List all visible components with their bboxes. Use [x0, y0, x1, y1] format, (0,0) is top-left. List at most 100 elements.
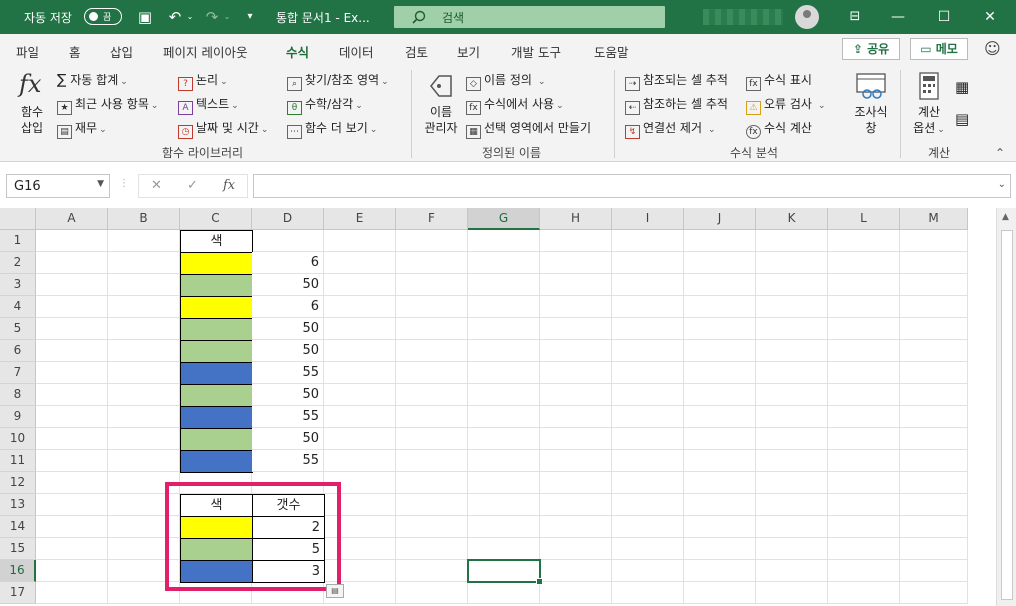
cell[interactable] [540, 472, 612, 494]
share-button[interactable]: ⇪ 공유 [842, 38, 900, 60]
tab-help[interactable]: 도움말 [594, 42, 629, 61]
cell[interactable] [252, 230, 324, 252]
cell[interactable] [612, 538, 684, 560]
cell[interactable] [900, 494, 968, 516]
cell[interactable] [36, 340, 108, 362]
row-header-3[interactable]: 3 [0, 274, 36, 296]
row-header-5[interactable]: 5 [0, 318, 36, 340]
cell[interactable] [468, 274, 540, 296]
cell[interactable] [612, 494, 684, 516]
cell[interactable] [828, 384, 900, 406]
save-icon[interactable]: ▣ [135, 7, 155, 27]
cell[interactable] [540, 384, 612, 406]
cell[interactable] [108, 252, 180, 274]
insert-function-icon[interactable]: fx [19, 70, 41, 98]
cell[interactable] [900, 406, 968, 428]
cell[interactable] [396, 516, 468, 538]
cell[interactable] [900, 362, 968, 384]
cell[interactable] [36, 494, 108, 516]
cell[interactable] [36, 560, 108, 582]
evaluate-formula-button[interactable]: fx 수식 계산 [746, 119, 812, 139]
watch-window-button[interactable]: 조사식 창 [848, 104, 894, 136]
cell[interactable] [36, 428, 108, 450]
cell[interactable] [900, 230, 968, 252]
cell[interactable] [396, 318, 468, 340]
cell[interactable] [396, 252, 468, 274]
row-header-13[interactable]: 13 [0, 494, 36, 516]
cell[interactable] [612, 560, 684, 582]
cell[interactable] [468, 318, 540, 340]
value-cell[interactable]: 55 [252, 450, 324, 472]
row-header-17[interactable]: 17 [0, 582, 36, 604]
cell[interactable] [612, 230, 684, 252]
cell[interactable] [468, 362, 540, 384]
tab-insert[interactable]: 삽입 [110, 42, 133, 61]
cell[interactable] [684, 274, 756, 296]
define-name-button[interactable]: ◇ 이름 정의 ⌄ [466, 71, 546, 91]
cell[interactable] [396, 582, 468, 604]
value-cell[interactable]: 50 [252, 340, 324, 362]
cell[interactable] [396, 428, 468, 450]
cell[interactable] [828, 560, 900, 582]
paste-options-icon[interactable]: ▤ [326, 584, 344, 598]
trace-precedents-button[interactable]: ⇢ 참조되는 셀 추적 [625, 71, 728, 91]
cell[interactable] [684, 252, 756, 274]
tab-developer[interactable]: 개발 도구 [511, 42, 561, 61]
row-header-10[interactable]: 10 [0, 428, 36, 450]
cell[interactable] [828, 538, 900, 560]
row-header-6[interactable]: 6 [0, 340, 36, 362]
column-header-l[interactable]: L [828, 208, 900, 230]
color-swatch-cell[interactable] [180, 450, 253, 473]
cell[interactable] [468, 472, 540, 494]
cell[interactable] [396, 406, 468, 428]
cell[interactable] [612, 274, 684, 296]
cell[interactable] [756, 318, 828, 340]
cell[interactable] [324, 428, 396, 450]
cell[interactable] [468, 340, 540, 362]
redo-dropdown-icon[interactable]: ⌄ [217, 7, 237, 27]
column-header-k[interactable]: K [756, 208, 828, 230]
cell[interactable] [612, 582, 684, 604]
cell[interactable] [108, 230, 180, 252]
cell[interactable] [468, 252, 540, 274]
cell[interactable] [36, 406, 108, 428]
cell[interactable] [900, 318, 968, 340]
cell[interactable] [540, 582, 612, 604]
text-button[interactable]: A 텍스트 ⌄ [178, 95, 239, 115]
cell[interactable] [396, 362, 468, 384]
color-swatch-cell[interactable] [180, 296, 253, 319]
calc-options-button[interactable]: 계산 옵션 ⌄ [906, 104, 952, 138]
cell[interactable] [828, 406, 900, 428]
cell[interactable] [36, 362, 108, 384]
collapse-ribbon-icon[interactable]: ⌃ [995, 146, 1005, 160]
column-header-a[interactable]: A [36, 208, 108, 230]
cell[interactable] [396, 472, 468, 494]
column-header-d[interactable]: D [252, 208, 324, 230]
cell[interactable] [324, 406, 396, 428]
cell[interactable] [828, 472, 900, 494]
cell[interactable] [36, 450, 108, 472]
cell[interactable] [828, 362, 900, 384]
cell[interactable] [396, 538, 468, 560]
value-cell[interactable]: 6 [252, 296, 324, 318]
cell[interactable] [324, 384, 396, 406]
cell[interactable] [756, 296, 828, 318]
cell[interactable] [324, 296, 396, 318]
cell[interactable] [108, 318, 180, 340]
cell[interactable] [828, 274, 900, 296]
enter-icon[interactable]: ✓ [187, 178, 198, 193]
cell[interactable] [36, 252, 108, 274]
logical-button[interactable]: ? 논리 ⌄ [178, 71, 228, 91]
cell[interactable] [828, 296, 900, 318]
cell[interactable] [540, 362, 612, 384]
cell[interactable] [612, 428, 684, 450]
cell[interactable] [684, 362, 756, 384]
value-cell[interactable]: 50 [252, 428, 324, 450]
cell[interactable] [612, 362, 684, 384]
tab-view[interactable]: 보기 [457, 42, 480, 61]
cell[interactable] [324, 318, 396, 340]
cell[interactable] [828, 582, 900, 604]
table1-header-color[interactable]: 색 [180, 230, 253, 253]
color-swatch-cell[interactable] [180, 384, 253, 407]
cell[interactable] [756, 538, 828, 560]
